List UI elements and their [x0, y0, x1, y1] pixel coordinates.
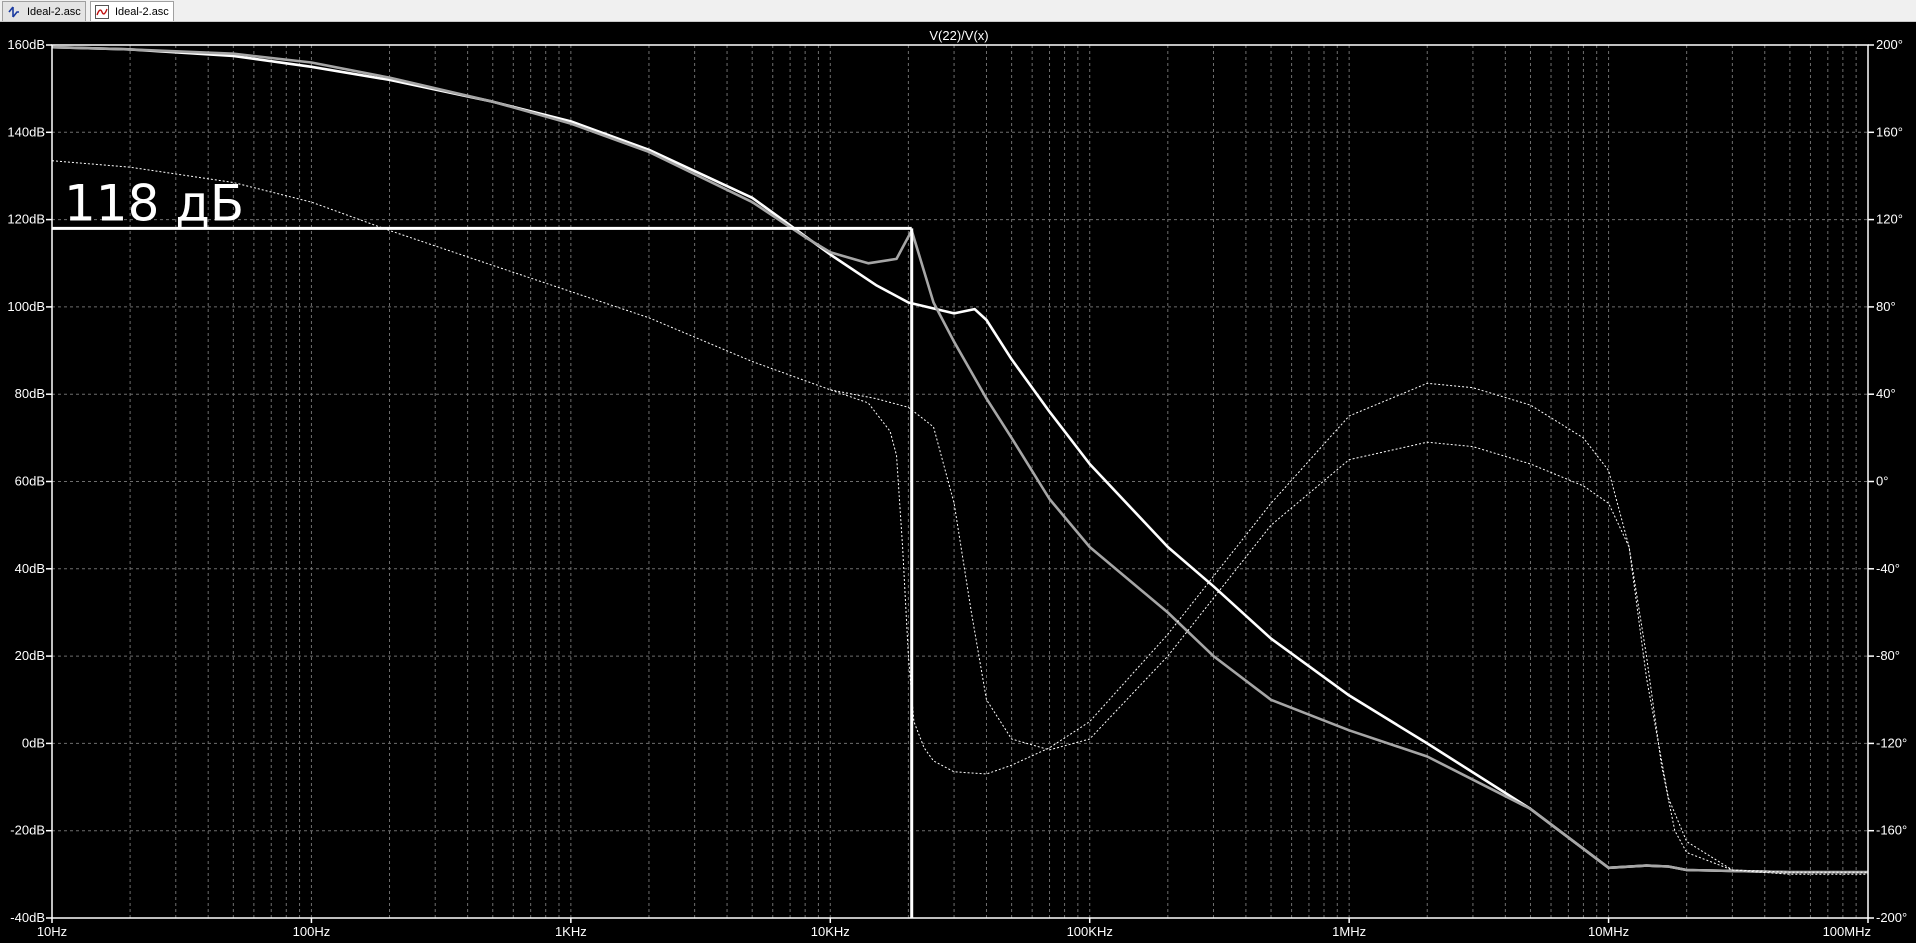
x-tick-label: 100MHz — [1823, 924, 1871, 939]
y-left-tick-label: 40dB — [15, 561, 45, 576]
y-left-tick-label: 20dB — [15, 648, 45, 663]
y-right-tick-label: 40° — [1876, 386, 1896, 401]
plot-title: V(22)/V(x) — [929, 28, 988, 43]
y-right-tick-label: 80° — [1876, 299, 1896, 314]
y-right-tick-label: -120° — [1876, 735, 1907, 750]
y-left-tick-label: 100dB — [7, 299, 45, 314]
tab-schematic[interactable]: Ideal-2.asc — [2, 1, 86, 21]
y-right-tick-label: -80° — [1876, 648, 1900, 663]
y-right-tick-label: -160° — [1876, 823, 1907, 838]
y-left-tick-label: 120dB — [7, 212, 45, 227]
y-left-tick-label: 60dB — [15, 474, 45, 489]
x-tick-label: 1KHz — [555, 924, 587, 939]
x-tick-label: 1MHz — [1332, 924, 1366, 939]
gain-annotation: 118 дБ — [64, 174, 244, 232]
y-right-tick-label: -200° — [1876, 910, 1907, 925]
axis-labels: 160dB 140dB 120dB 100dB 80dB 60dB 40dB 20dB 0dB -… — [7, 37, 1907, 939]
y-right-tick-label: 200° — [1876, 37, 1903, 52]
x-tick-label: 100KHz — [1067, 924, 1113, 939]
tab-label: Ideal-2.asc — [27, 5, 81, 18]
y-right-tick-label: -40° — [1876, 561, 1900, 576]
schematic-icon — [7, 5, 21, 19]
y-right-tick-label: 120° — [1876, 212, 1903, 227]
bode-plot[interactable]: 160dB 140dB 120dB 100dB 80dB 60dB 40dB 20dB 0dB -… — [0, 22, 1916, 943]
x-tick-label: 100Hz — [293, 924, 331, 939]
x-tick-label: 10Hz — [37, 924, 67, 939]
y-left-tick-label: 0dB — [22, 735, 45, 750]
tab-bar: Ideal-2.asc Ideal-2.asc — [0, 0, 1916, 22]
tab-label: Ideal-2.asc — [115, 5, 169, 18]
cursor-lines[interactable] — [52, 226, 914, 918]
tab-waveform[interactable]: Ideal-2.asc — [90, 1, 174, 21]
magnitude-trace-1 — [51, 45, 1868, 874]
y-left-tick-label: -40dB — [10, 910, 45, 925]
y-right-tick-label: 160° — [1876, 124, 1903, 139]
magnitude-trace-0 — [51, 45, 1868, 874]
phase-trace-3 — [830, 389, 1868, 873]
y-right-tick-label: 0° — [1876, 474, 1888, 489]
phase-trace-2 — [51, 160, 1868, 875]
x-tick-label: 10MHz — [1588, 924, 1629, 939]
y-left-tick-label: 80dB — [15, 386, 45, 401]
x-tick-label: 10KHz — [811, 924, 850, 939]
y-left-tick-label: -20dB — [10, 823, 45, 838]
waveform-icon — [95, 4, 109, 19]
plot-grid — [51, 44, 1868, 919]
plot-traces — [51, 45, 1868, 875]
y-left-tick-label: 140dB — [7, 124, 45, 139]
y-left-tick-label: 160dB — [7, 37, 45, 52]
